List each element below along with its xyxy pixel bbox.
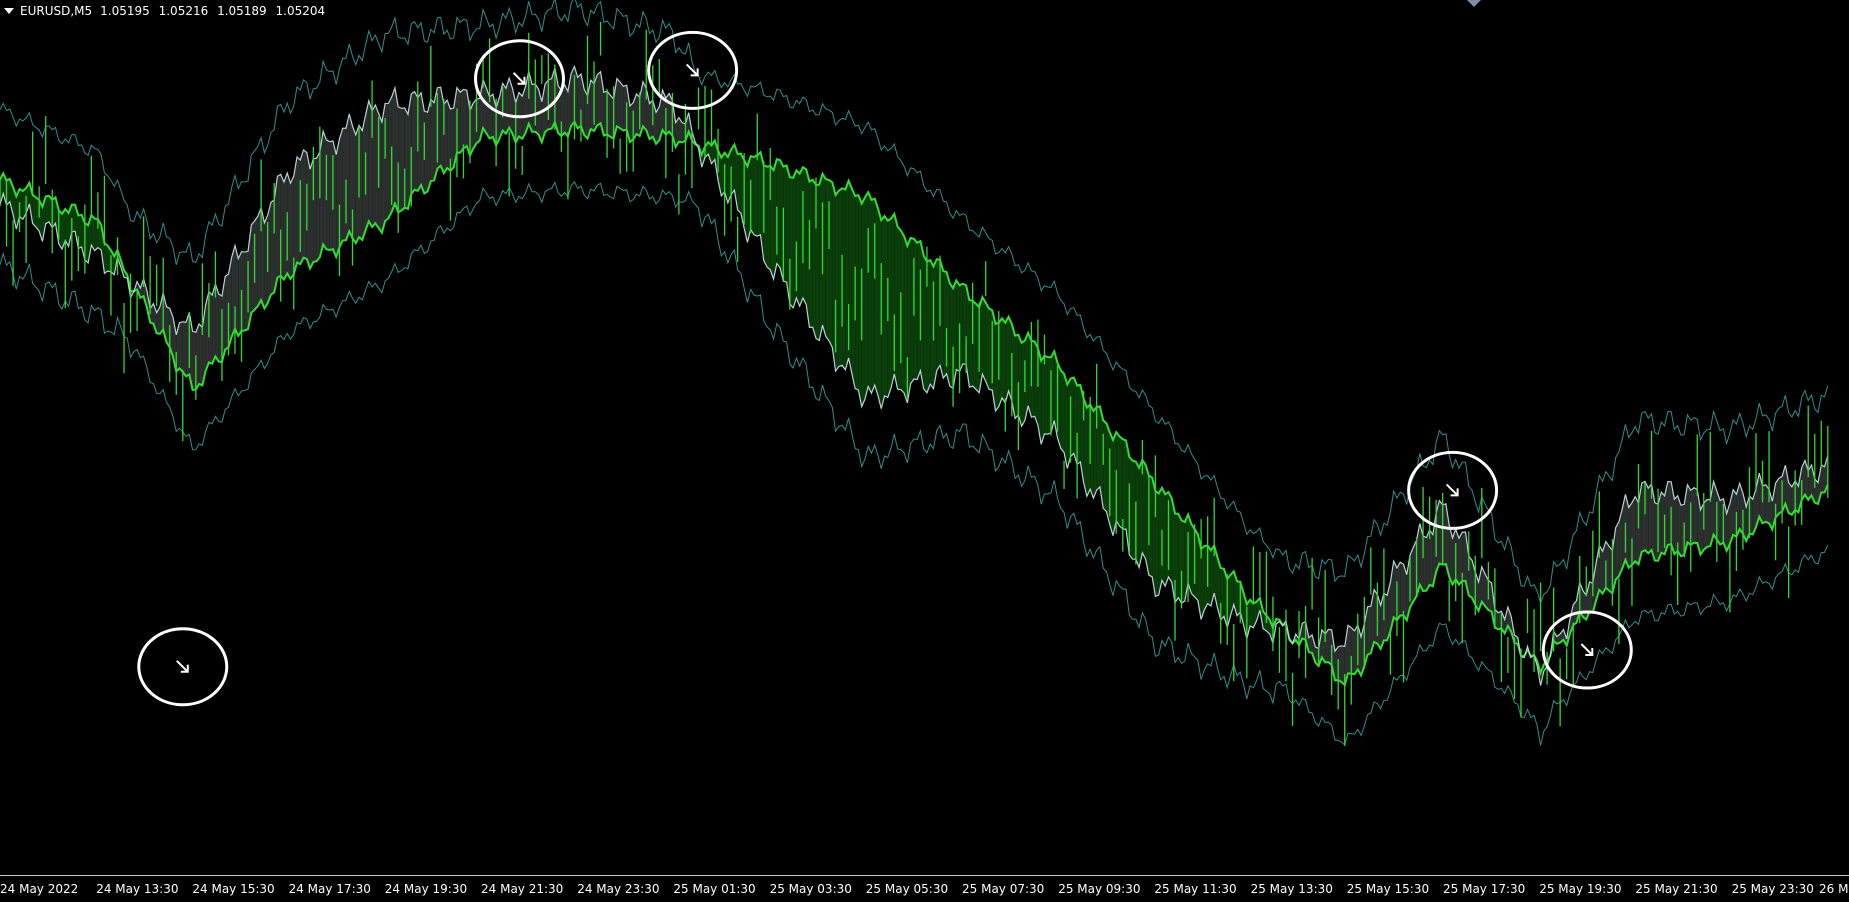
cloud-segment (868, 192, 872, 394)
time-axis-label: 24 May 23:30 (577, 882, 660, 896)
cloud-segment (179, 321, 183, 372)
signal-marker (647, 30, 739, 110)
time-axis-label: 24 May 19:30 (384, 882, 468, 896)
chart-header: EURUSD,M5 1.05195 1.05216 1.05189 1.0520… (0, 0, 330, 22)
time-axis: 24 May 2022 24 May 13:30 24 May 15:30 24 Ma… (0, 875, 1849, 902)
cloud-segment (864, 192, 869, 400)
cloud-segment (430, 99, 435, 182)
high-value: 1.05216 (158, 4, 209, 18)
cloud-segment (463, 89, 467, 149)
chart-shift-marker-icon[interactable] (1467, 0, 1481, 7)
time-axis-label: 24 May 15:30 (192, 882, 275, 896)
time-axis-label: 25 May 05:30 (865, 882, 949, 896)
symbol-label: EURUSD,M5 (20, 4, 93, 18)
arrow-icon (685, 63, 699, 77)
time-axis-label: 25 May 23:30 (1731, 882, 1814, 896)
cloud-segment (460, 89, 464, 153)
cloud-segment (1615, 521, 1619, 580)
signal-marker (137, 627, 229, 707)
cloud-segment (1788, 482, 1792, 515)
cloud-segment (1119, 436, 1123, 530)
time-axis-label: 25 May 19:30 (1539, 882, 1622, 896)
time-axis-label: 25 May 03:30 (769, 882, 852, 896)
cloud-segment (45, 195, 49, 224)
low-value: 1.05189 (217, 4, 267, 18)
time-axis-label: 25 May 11:30 (1154, 882, 1237, 896)
arrow-icon (1580, 643, 1594, 656)
time-axis-label: 24 May 21:30 (481, 882, 564, 896)
cloud-segment (1041, 355, 1045, 445)
chart-window[interactable]: EURUSD,M5 1.05195 1.05216 1.05189 1.0520… (0, 0, 1849, 901)
price-plot[interactable] (0, 0, 1849, 875)
arrow-icon (512, 72, 526, 85)
time-axis-label: 24 May 17:30 (288, 882, 371, 896)
cloud-segment (1060, 370, 1065, 453)
cloud-segment (1367, 606, 1371, 655)
arrow-icon (176, 660, 189, 673)
ohlc-readout: 1.05195 1.05216 1.05189 1.05204 (100, 4, 330, 18)
time-axis-label: 25 May 09:30 (1058, 882, 1141, 896)
cloud-segment (1142, 460, 1146, 560)
time-axis-label: 25 May 17:30 (1443, 882, 1526, 896)
cloud-segment (32, 194, 36, 228)
time-axis-label: 24 May 13:30 (96, 882, 179, 896)
cloud-segment (1122, 439, 1127, 530)
time-axis-label: 24 May 2022 (0, 882, 79, 896)
cloud-segment (1821, 465, 1825, 493)
chart-menu-triangle-icon[interactable] (4, 8, 14, 14)
cloud-segment (1426, 530, 1430, 591)
cloud-segment (757, 152, 761, 237)
cloud-segment (1005, 316, 1009, 403)
cloud-segment (1400, 562, 1404, 616)
time-axis-label: 25 May 07:30 (962, 882, 1045, 896)
cloud-segment (737, 153, 741, 214)
signal-marker (1407, 450, 1499, 530)
time-axis-label: 25 May 01:30 (673, 882, 756, 896)
cloud-segment (597, 71, 601, 126)
time-axis-label: 25 May 15:30 (1346, 882, 1430, 896)
cloud-segment (427, 99, 431, 192)
time-axis-label: 26 M (1819, 882, 1849, 896)
cloud-segment (616, 78, 621, 129)
cloud-segment (982, 297, 986, 382)
cloud-segment (564, 84, 568, 137)
cloud-segment (985, 302, 989, 390)
cloud-segment (182, 321, 187, 377)
cloud-segment (1002, 318, 1006, 403)
cloud-segment (620, 82, 624, 131)
cloud-segment (104, 242, 108, 274)
open-value: 1.05195 (100, 4, 150, 18)
close-value: 1.05204 (275, 4, 326, 18)
time-axis-label: 25 May 21:30 (1635, 882, 1718, 896)
cloud-segment (1707, 499, 1711, 547)
cloud-segment (1693, 487, 1698, 543)
cloud-segment (1044, 355, 1048, 435)
cloud-segment (753, 155, 758, 237)
time-axis-label: 25 May 13:30 (1250, 882, 1333, 896)
arrow-icon (1445, 483, 1459, 497)
cloud-segment (1139, 460, 1143, 568)
